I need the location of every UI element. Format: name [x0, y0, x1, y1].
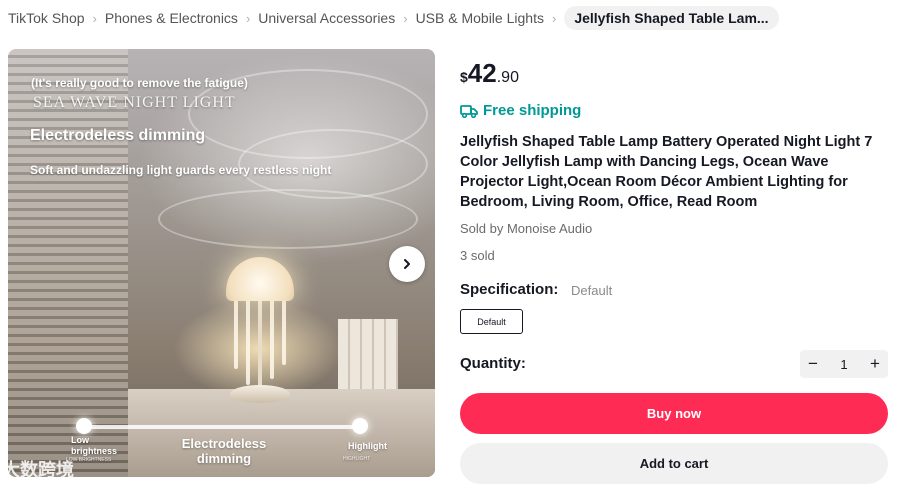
- chevron-right-icon: [404, 259, 410, 269]
- free-shipping-badge: Free shipping: [460, 102, 581, 119]
- image-caption-soft-light: Soft and undazzling light guards every r…: [30, 163, 332, 177]
- lamp-base: [230, 385, 290, 403]
- product-title: Jellyfish Shaped Table Lamp Battery Oper…: [460, 134, 873, 210]
- breadcrumb-item-phones-electronics[interactable]: Phones & Electronics: [105, 10, 238, 26]
- quantity-label: Quantity:: [460, 355, 526, 372]
- image-caption-fatigue: (It's really good to remove the fatigue): [31, 76, 248, 90]
- chevron-right-icon: ›: [403, 10, 408, 26]
- lamp-leg: [246, 299, 250, 385]
- chevron-right-icon: ›: [92, 10, 97, 26]
- image-caption-dimming: Electrodeless dimming: [30, 127, 206, 144]
- brightness-slider-track: [80, 425, 364, 429]
- light-wave: [158, 189, 418, 249]
- specification-label: Specification:: [460, 281, 559, 298]
- price-currency: $: [460, 69, 468, 85]
- breadcrumb-current: Jellyfish Shaped Table Lam...: [564, 6, 779, 30]
- add-to-cart-button[interactable]: Add to cart: [460, 443, 888, 484]
- highlight-label: Highlight: [348, 441, 387, 451]
- truck-icon: [460, 104, 478, 118]
- price-decimal: .90: [496, 69, 519, 86]
- brightness-slider-knob-low: [76, 418, 92, 434]
- breadcrumb-item-tiktok-shop[interactable]: TikTok Shop: [8, 10, 85, 26]
- image-caption-sea-wave: SEA WAVE NIGHT LIGHT: [33, 94, 236, 111]
- chevron-right-icon: ›: [551, 10, 557, 26]
- breadcrumb: TikTok Shop › Phones & Electronics › Uni…: [8, 6, 779, 30]
- quantity-stepper: − 1 +: [800, 350, 888, 378]
- breadcrumb-item-usb-mobile-lights[interactable]: USB & Mobile Lights: [416, 10, 544, 26]
- breadcrumb-item-universal-accessories[interactable]: Universal Accessories: [258, 10, 395, 26]
- sold-count: 3 sold: [460, 248, 495, 263]
- product-image[interactable]: (It's really good to remove the fatigue)…: [8, 49, 435, 477]
- quantity-increase-button[interactable]: +: [862, 350, 888, 378]
- specification-selected-value: Default: [571, 283, 613, 298]
- price-integer: 42: [467, 58, 497, 88]
- brightness-slider-knob-high: [352, 418, 368, 434]
- highlight-sublabel: HIGHLIGHT: [343, 456, 371, 462]
- quantity-decrease-button[interactable]: −: [800, 350, 826, 378]
- price: $ 42 .90: [460, 58, 519, 89]
- seller-name[interactable]: Sold by Monoise Audio: [460, 221, 592, 236]
- chevron-right-icon: ›: [245, 10, 251, 26]
- free-shipping-label: Free shipping: [483, 102, 582, 119]
- dresser: [128, 389, 435, 477]
- lamp-leg: [270, 299, 274, 379]
- lamp-dome: [226, 257, 294, 301]
- specification-option-default[interactable]: Default: [460, 309, 523, 334]
- electrodeless-dimming-label: Electrodeless dimming: [181, 436, 267, 466]
- buy-now-button[interactable]: Buy now: [460, 393, 888, 434]
- lamp-leg: [234, 299, 238, 369]
- lamp-stem: [258, 301, 262, 387]
- books: [338, 319, 398, 391]
- low-brightness-label: Low brightness: [71, 435, 118, 456]
- quantity-value[interactable]: 1: [840, 357, 847, 372]
- next-image-button[interactable]: [389, 246, 425, 282]
- watermark: 大数跨境: [2, 460, 74, 480]
- lamp-leg: [282, 299, 286, 365]
- window-blinds: [8, 49, 128, 477]
